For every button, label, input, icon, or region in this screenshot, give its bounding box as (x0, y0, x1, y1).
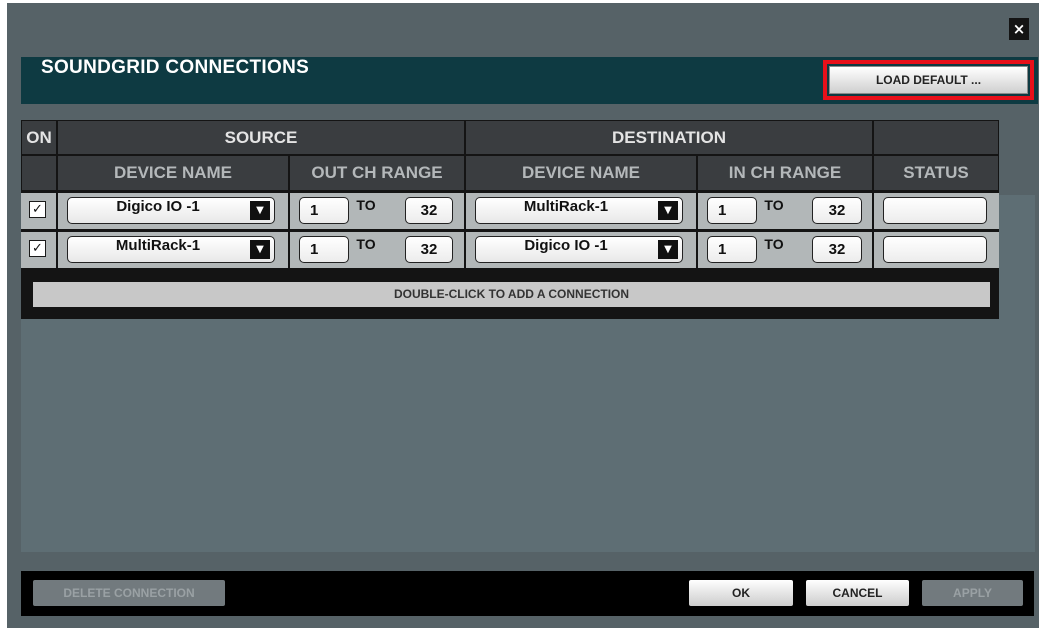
column-divider (56, 193, 58, 229)
column-divider (288, 193, 290, 229)
dest-device-value: Digico IO -1 (524, 237, 608, 254)
col-header-source: SOURCE (58, 121, 464, 154)
status-field (883, 197, 987, 224)
apply-button[interactable]: APPLY (922, 580, 1023, 606)
in-range-to-field[interactable]: 32 (812, 197, 862, 224)
out-range-to-label: TO (356, 236, 376, 252)
in-range-to-label: TO (764, 236, 784, 252)
column-divider (288, 232, 290, 268)
dropdown-arrow-icon[interactable]: ▼ (658, 240, 678, 259)
load-default-button[interactable]: LOAD DEFAULT ... (829, 66, 1028, 94)
in-range-to-field[interactable]: 32 (812, 236, 862, 263)
col-header-blank (874, 121, 998, 154)
column-divider (872, 193, 874, 229)
in-range-to-label: TO (764, 197, 784, 213)
connection-enabled-checkbox[interactable]: ✓ (29, 201, 46, 218)
source-device-dropdown[interactable]: Digico IO -1 ▼ (67, 197, 275, 224)
in-range-from-field[interactable]: 1 (707, 236, 757, 263)
source-device-value: MultiRack-1 (115, 237, 201, 254)
table-row[interactable]: ✓ Digico IO -1 ▼ 1 TO 32 MultiRack-1 ▼ 1… (21, 193, 999, 229)
column-divider (872, 232, 874, 268)
dialog-title: SOUNDGRID CONNECTIONS (41, 57, 310, 78)
col-header-source-device: DEVICE NAME (58, 156, 288, 190)
status-field (883, 236, 987, 263)
dest-device-dropdown[interactable]: MultiRack-1 ▼ (475, 197, 683, 224)
cancel-button[interactable]: CANCEL (806, 580, 909, 606)
column-divider (696, 193, 698, 229)
dest-device-value: MultiRack-1 (523, 198, 609, 215)
column-divider (696, 232, 698, 268)
out-range-from-field[interactable]: 1 (299, 197, 349, 224)
col-header-in-range: IN CH RANGE (698, 156, 872, 190)
out-range-to-field[interactable]: 32 (405, 197, 453, 224)
out-range-to-label: TO (356, 197, 376, 213)
column-divider (56, 232, 58, 268)
in-range-from-field[interactable]: 1 (707, 197, 757, 224)
source-device-value: Digico IO -1 (116, 198, 200, 215)
col-header-out-range: OUT CH RANGE (290, 156, 464, 190)
column-divider (464, 232, 466, 268)
ok-button[interactable]: OK (689, 580, 793, 606)
add-connection-bar[interactable]: DOUBLE-CLICK TO ADD A CONNECTION (33, 282, 990, 307)
out-range-from-field[interactable]: 1 (299, 236, 349, 263)
out-range-to-field[interactable]: 32 (405, 236, 453, 263)
col-subheader-on (22, 156, 56, 190)
delete-connection-button[interactable]: DELETE CONNECTION (33, 580, 225, 606)
column-divider (464, 193, 466, 229)
dropdown-arrow-icon[interactable]: ▼ (658, 201, 678, 220)
dropdown-arrow-icon[interactable]: ▼ (250, 240, 270, 259)
table-row[interactable]: ✓ MultiRack-1 ▼ 1 TO 32 Digico IO -1 ▼ 1… (21, 232, 999, 268)
col-header-dest-device: DEVICE NAME (466, 156, 696, 190)
col-header-on: ON (22, 121, 56, 154)
col-header-status: STATUS (874, 156, 998, 190)
dropdown-arrow-icon[interactable]: ▼ (250, 201, 270, 220)
col-header-destination: DESTINATION (466, 121, 872, 154)
source-device-dropdown[interactable]: MultiRack-1 ▼ (67, 236, 275, 263)
close-icon[interactable]: × (1009, 18, 1029, 40)
connection-enabled-checkbox[interactable]: ✓ (29, 240, 46, 257)
dest-device-dropdown[interactable]: Digico IO -1 ▼ (475, 236, 683, 263)
